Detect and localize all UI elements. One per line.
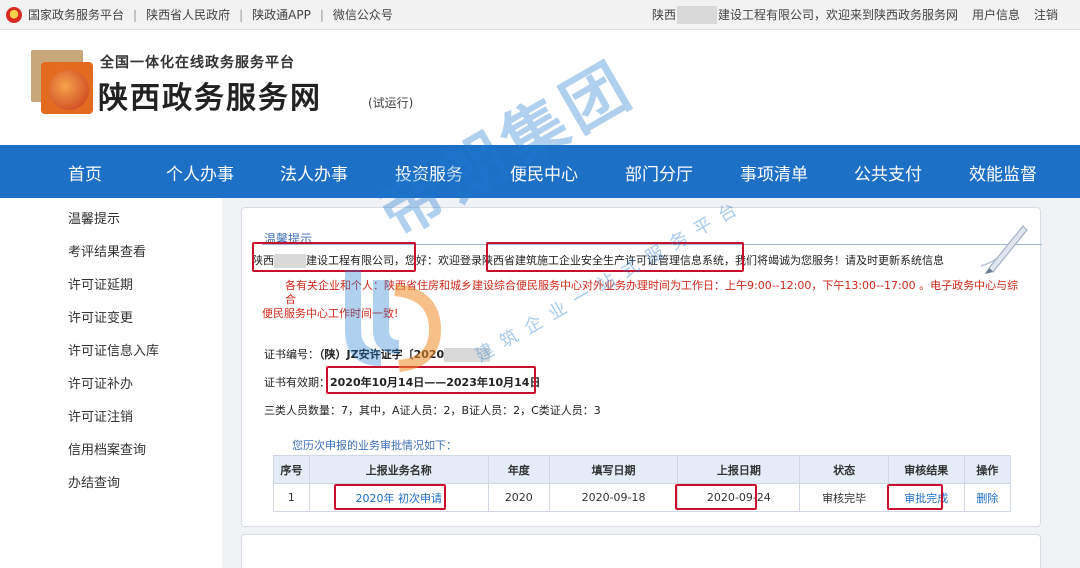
site-logo-icon[interactable] <box>31 50 95 114</box>
column-header: 上报日期 <box>677 455 801 484</box>
top-links: 国家政务服务平台 | 陕西省人民政府 | 陕政通APP | 微信公众号 <box>28 6 393 23</box>
top-link-wechat[interactable]: 微信公众号 <box>333 6 393 23</box>
sidebar-item-cancel[interactable]: 许可证注销 <box>68 406 133 425</box>
separator: | <box>133 7 138 22</box>
separator: | <box>239 7 244 22</box>
trial-label: (试运行) <box>368 96 414 110</box>
row-index: 1 <box>273 483 310 512</box>
highlight-box <box>334 484 446 510</box>
welcome-text: 建设工程有限公司，欢迎来到陕西政务服务网 <box>717 8 958 22</box>
sidebar-item-extension[interactable]: 许可证延期 <box>68 274 133 293</box>
column-header: 审核结果 <box>887 455 965 484</box>
nav-supervision[interactable]: 效能监督 <box>969 160 1037 185</box>
column-header: 状态 <box>799 455 889 484</box>
pen-icon <box>980 225 1028 274</box>
sidebar-item-evaluation[interactable]: 考评结果查看 <box>68 241 146 260</box>
sidebar-item-change[interactable]: 许可证变更 <box>68 307 133 326</box>
user-info-link[interactable]: 用户信息 <box>972 6 1020 23</box>
logout-link[interactable]: 注销 <box>1034 6 1058 23</box>
history-title: 您历次申报的业务审批情况如下： <box>292 439 457 452</box>
sidebar-item-completed[interactable]: 办结查询 <box>68 472 120 491</box>
nav-payment[interactable]: 公共支付 <box>854 160 922 185</box>
separator: | <box>319 7 324 22</box>
nav-personal[interactable]: 个人办事 <box>166 160 234 185</box>
top-link-app[interactable]: 陕政通APP <box>252 6 311 23</box>
staff-count: 三类人员数量：7，其中，A证人员：2，B证人员：2，C类证人员：3 <box>264 404 601 417</box>
highlight-box <box>887 484 943 510</box>
sidebar-item-entry[interactable]: 许可证信息入库 <box>68 340 159 359</box>
welcome-prefix: 陕西 <box>651 8 676 22</box>
nav-home[interactable]: 首页 <box>68 160 102 185</box>
redacted-mask <box>676 5 717 24</box>
column-header: 上报业务名称 <box>308 455 489 484</box>
sidebar-item-reissue[interactable]: 许可证补办 <box>68 373 133 392</box>
left-sidebar: 温馨提示 考评结果查看 许可证延期 许可证变更 许可证信息入库 许可证补办 许可… <box>0 198 222 568</box>
top-link-provincial-gov[interactable]: 陕西省人民政府 <box>146 6 230 23</box>
row-status: 审核完毕 <box>799 483 889 512</box>
nav-departments[interactable]: 部门分厅 <box>625 160 693 185</box>
national-emblem-icon <box>6 6 22 23</box>
site-title[interactable]: 陕西政务服务网 <box>98 73 322 117</box>
sidebar-item-credit[interactable]: 信用档案查询 <box>68 439 146 458</box>
user-area: 陕西 建设工程有限公司，欢迎来到陕西政务服务网 用户信息 注销 <box>651 5 1058 24</box>
nav-item-list[interactable]: 事项清单 <box>740 160 808 185</box>
nav-legal-entity[interactable]: 法人办事 <box>280 160 348 185</box>
sidebar-item-notice[interactable]: 温馨提示 <box>68 208 120 227</box>
row-year: 2020 <box>487 483 550 512</box>
site-subtitle: 全国一体化在线政务服务平台 <box>100 55 295 71</box>
delete-link[interactable]: 删除 <box>963 483 1012 512</box>
row-fill-date: 2020-09-18 <box>548 483 679 512</box>
top-bar: 国家政务服务平台 | 陕西省人民政府 | 陕政通APP | 微信公众号 陕西 建… <box>0 0 1080 30</box>
column-header: 序号 <box>273 455 310 484</box>
column-header: 年度 <box>487 455 550 484</box>
top-link-national-platform[interactable]: 国家政务服务平台 <box>28 6 124 23</box>
column-header: 操作 <box>963 455 1012 484</box>
highlight-box <box>675 484 757 510</box>
watermark-logo-icon <box>345 270 442 372</box>
column-header: 填写日期 <box>548 455 679 484</box>
content-panel-lower <box>241 534 1041 568</box>
